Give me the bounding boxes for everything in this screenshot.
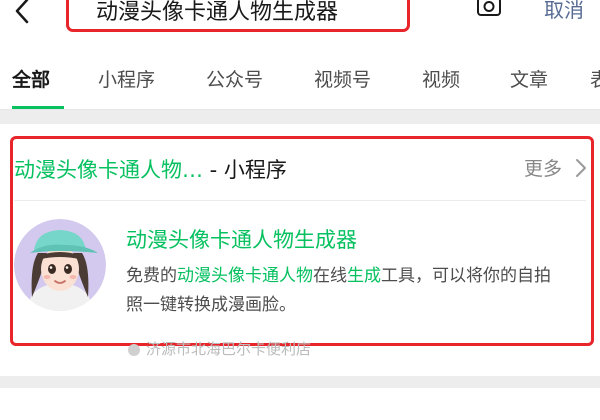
active-tab-indicator <box>12 106 64 109</box>
tab-videos[interactable]: 视频 <box>422 65 460 92</box>
back-arrow-icon[interactable] <box>10 0 36 26</box>
desc-text: 在线 <box>313 266 347 286</box>
app-avatar-image[interactable] <box>14 219 106 311</box>
cancel-button[interactable]: 取消 <box>544 0 584 23</box>
location-info: 济源市北海巴尔卡便利店 <box>128 338 311 359</box>
section-title-keyword: 动漫头像卡通人物… <box>14 158 203 182</box>
desc-keyword: 动漫头像卡通人物 <box>177 266 313 286</box>
section-title[interactable]: 动漫头像卡通人物… - 小程序 <box>14 154 287 184</box>
desc-keyword: 生成 <box>347 266 381 286</box>
app-description: 免费的动漫头像卡通人物在线生成工具，可以将你的自拍照一键转换成漫画脸。 <box>126 262 566 320</box>
location-icon <box>128 343 140 356</box>
app-name[interactable]: 动漫头像卡通人物生成器 <box>126 224 357 254</box>
tab-more-cut[interactable]: 表 <box>590 65 600 92</box>
tab-all[interactable]: 全部 <box>12 65 50 92</box>
filter-tabs: 全部 小程序 公众号 视频号 视频 文章 表 <box>0 40 600 110</box>
next-result-card <box>0 388 600 420</box>
more-link[interactable]: 更多 <box>524 154 562 181</box>
desc-text: 免费的 <box>126 266 177 286</box>
top-bar: 动漫头像卡通人物生成器 取消 <box>0 0 600 40</box>
section-title-type: - 小程序 <box>203 158 287 182</box>
chevron-right-icon[interactable] <box>575 158 587 178</box>
divider <box>14 200 586 201</box>
tab-official-accounts[interactable]: 公众号 <box>206 65 263 92</box>
search-input[interactable]: 动漫头像卡通人物生成器 <box>96 0 338 26</box>
tab-mini-programs[interactable]: 小程序 <box>98 65 155 92</box>
tab-channels[interactable]: 视频号 <box>314 65 371 92</box>
location-text: 济源市北海巴尔卡便利店 <box>146 340 312 358</box>
camera-icon[interactable] <box>476 0 502 18</box>
tab-articles[interactable]: 文章 <box>510 65 548 92</box>
